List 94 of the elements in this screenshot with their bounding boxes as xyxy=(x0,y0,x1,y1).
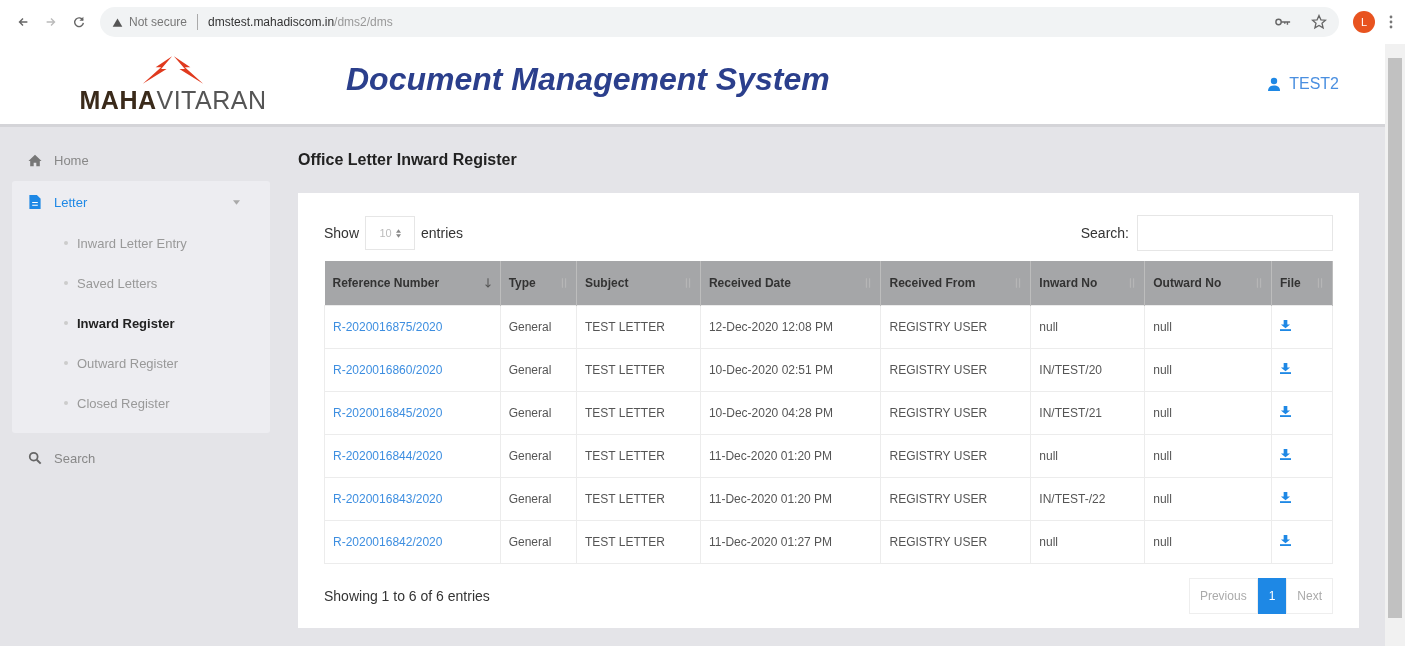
table-cell: REGISTRY USER xyxy=(881,520,1031,564)
column-header[interactable]: Received Date xyxy=(700,261,881,306)
security-label: Not secure xyxy=(129,15,188,29)
table-cell: null xyxy=(1030,305,1145,349)
reference-link[interactable]: R-2020016875/2020 xyxy=(324,305,501,349)
reference-link[interactable]: R-2020016860/2020 xyxy=(324,348,501,392)
table-cell: null xyxy=(1144,477,1272,521)
table-cell: null xyxy=(1144,305,1272,349)
download-icon[interactable] xyxy=(1280,320,1291,331)
table-cell: 11-Dec-2020 01:20 PM xyxy=(700,477,881,521)
table-cell: 11-Dec-2020 01:20 PM xyxy=(700,434,881,478)
column-header[interactable]: Inward No xyxy=(1030,261,1145,306)
page-button[interactable]: 1 xyxy=(1257,578,1287,614)
column-header[interactable]: File xyxy=(1271,261,1333,306)
address-bar[interactable]: Not secure dmstest.mahadiscom.in/dms2/dms xyxy=(100,7,1339,37)
sidebar-item[interactable]: Letter xyxy=(12,181,270,223)
table-cell: IN/TEST/21 xyxy=(1030,391,1145,435)
table-cell: TEST LETTER xyxy=(576,520,701,564)
menu-icon[interactable] xyxy=(1389,14,1393,30)
table-cell: General xyxy=(500,477,577,521)
sidebar-item[interactable]: Search xyxy=(12,437,270,479)
star-icon[interactable] xyxy=(1311,14,1327,30)
table-cell: null xyxy=(1144,520,1272,564)
table-cell: TEST LETTER xyxy=(576,477,701,521)
table-cell: null xyxy=(1144,348,1272,392)
search-icon xyxy=(28,451,42,465)
download-icon[interactable] xyxy=(1280,535,1291,546)
reference-link[interactable]: R-2020016844/2020 xyxy=(324,434,501,478)
table-cell: null xyxy=(1144,434,1272,478)
logo-text: MAHAVITARAN xyxy=(79,85,267,115)
profile-avatar[interactable]: L xyxy=(1353,11,1375,33)
table-cell: REGISTRY USER xyxy=(881,348,1031,392)
table-cell: null xyxy=(1030,520,1145,564)
table-cell: General xyxy=(500,348,577,392)
table-cell: REGISTRY USER xyxy=(881,434,1031,478)
download-icon[interactable] xyxy=(1280,449,1291,460)
table-cell: null xyxy=(1144,391,1272,435)
reload-icon[interactable] xyxy=(72,15,86,29)
column-header[interactable]: Reference Number xyxy=(324,261,501,306)
entries-info: Showing 1 to 6 of 6 entries xyxy=(324,588,490,604)
entries-select[interactable]: 10 xyxy=(365,216,416,250)
search-label: Search: xyxy=(1080,225,1129,241)
user-menu[interactable]: TEST2 xyxy=(1267,75,1339,93)
user-name[interactable]: TEST2 xyxy=(1289,75,1339,93)
submenu-item[interactable]: Closed Register xyxy=(12,383,270,423)
table-cell: REGISTRY USER xyxy=(881,391,1031,435)
previous-button[interactable]: Previous xyxy=(1188,578,1258,614)
table-cell: REGISTRY USER xyxy=(881,305,1031,349)
table-cell: General xyxy=(500,434,577,478)
table-cell: IN/TEST-/22 xyxy=(1030,477,1145,521)
download-icon[interactable] xyxy=(1280,492,1291,503)
key-icon[interactable] xyxy=(1275,17,1291,27)
table-cell: General xyxy=(500,305,577,349)
next-button[interactable]: Next xyxy=(1286,578,1333,614)
home-icon xyxy=(28,153,42,167)
entries-label: entries xyxy=(421,225,464,241)
document-icon xyxy=(28,195,42,209)
app-title: Document Management System xyxy=(346,60,831,98)
table-cell: General xyxy=(500,391,577,435)
up-down-arrows-icon xyxy=(395,228,401,238)
table-cell: null xyxy=(1030,434,1145,478)
warning-icon xyxy=(112,16,123,28)
reference-link[interactable]: R-2020016845/2020 xyxy=(324,391,501,435)
submenu-item[interactable]: Outward Register xyxy=(12,343,270,383)
column-header[interactable]: Outward No xyxy=(1144,261,1272,306)
reference-link[interactable]: R-2020016843/2020 xyxy=(324,477,501,521)
column-header[interactable]: Received From xyxy=(881,261,1031,306)
user-icon xyxy=(1267,77,1282,91)
page-title: Office Letter Inward Register xyxy=(298,151,518,169)
table-cell: IN/TEST/20 xyxy=(1030,348,1145,392)
table-cell: 12-Dec-2020 12:08 PM xyxy=(700,305,881,349)
search-field[interactable] xyxy=(1137,215,1333,251)
sidebar-item[interactable]: Home xyxy=(12,139,270,181)
table-cell: TEST LETTER xyxy=(576,348,701,392)
column-header[interactable]: Subject xyxy=(576,261,701,306)
table-cell: General xyxy=(500,520,577,564)
download-icon[interactable] xyxy=(1280,406,1291,417)
table-cell: 10-Dec-2020 04:28 PM xyxy=(700,391,881,435)
table-cell: TEST LETTER xyxy=(576,391,701,435)
table-cell: 10-Dec-2020 02:51 PM xyxy=(700,348,881,392)
reference-link[interactable]: R-2020016842/2020 xyxy=(324,520,501,564)
submenu-item[interactable]: Saved Letters xyxy=(12,263,270,303)
url-text: dmstest.mahadiscom.in/dms2/dms xyxy=(208,15,394,29)
table-cell: 11-Dec-2020 01:27 PM xyxy=(700,520,881,564)
download-icon[interactable] xyxy=(1280,363,1291,374)
table-cell: TEST LETTER xyxy=(576,434,701,478)
submenu-item[interactable]: Inward Letter Entry xyxy=(12,223,270,263)
column-header[interactable]: Type xyxy=(500,261,577,306)
scrollbar[interactable] xyxy=(1385,44,1405,646)
table-cell: TEST LETTER xyxy=(576,305,701,349)
back-icon[interactable] xyxy=(16,15,30,29)
table-cell: REGISTRY USER xyxy=(881,477,1031,521)
show-label: Show xyxy=(324,225,360,241)
submenu-item[interactable]: Inward Register xyxy=(12,303,270,343)
